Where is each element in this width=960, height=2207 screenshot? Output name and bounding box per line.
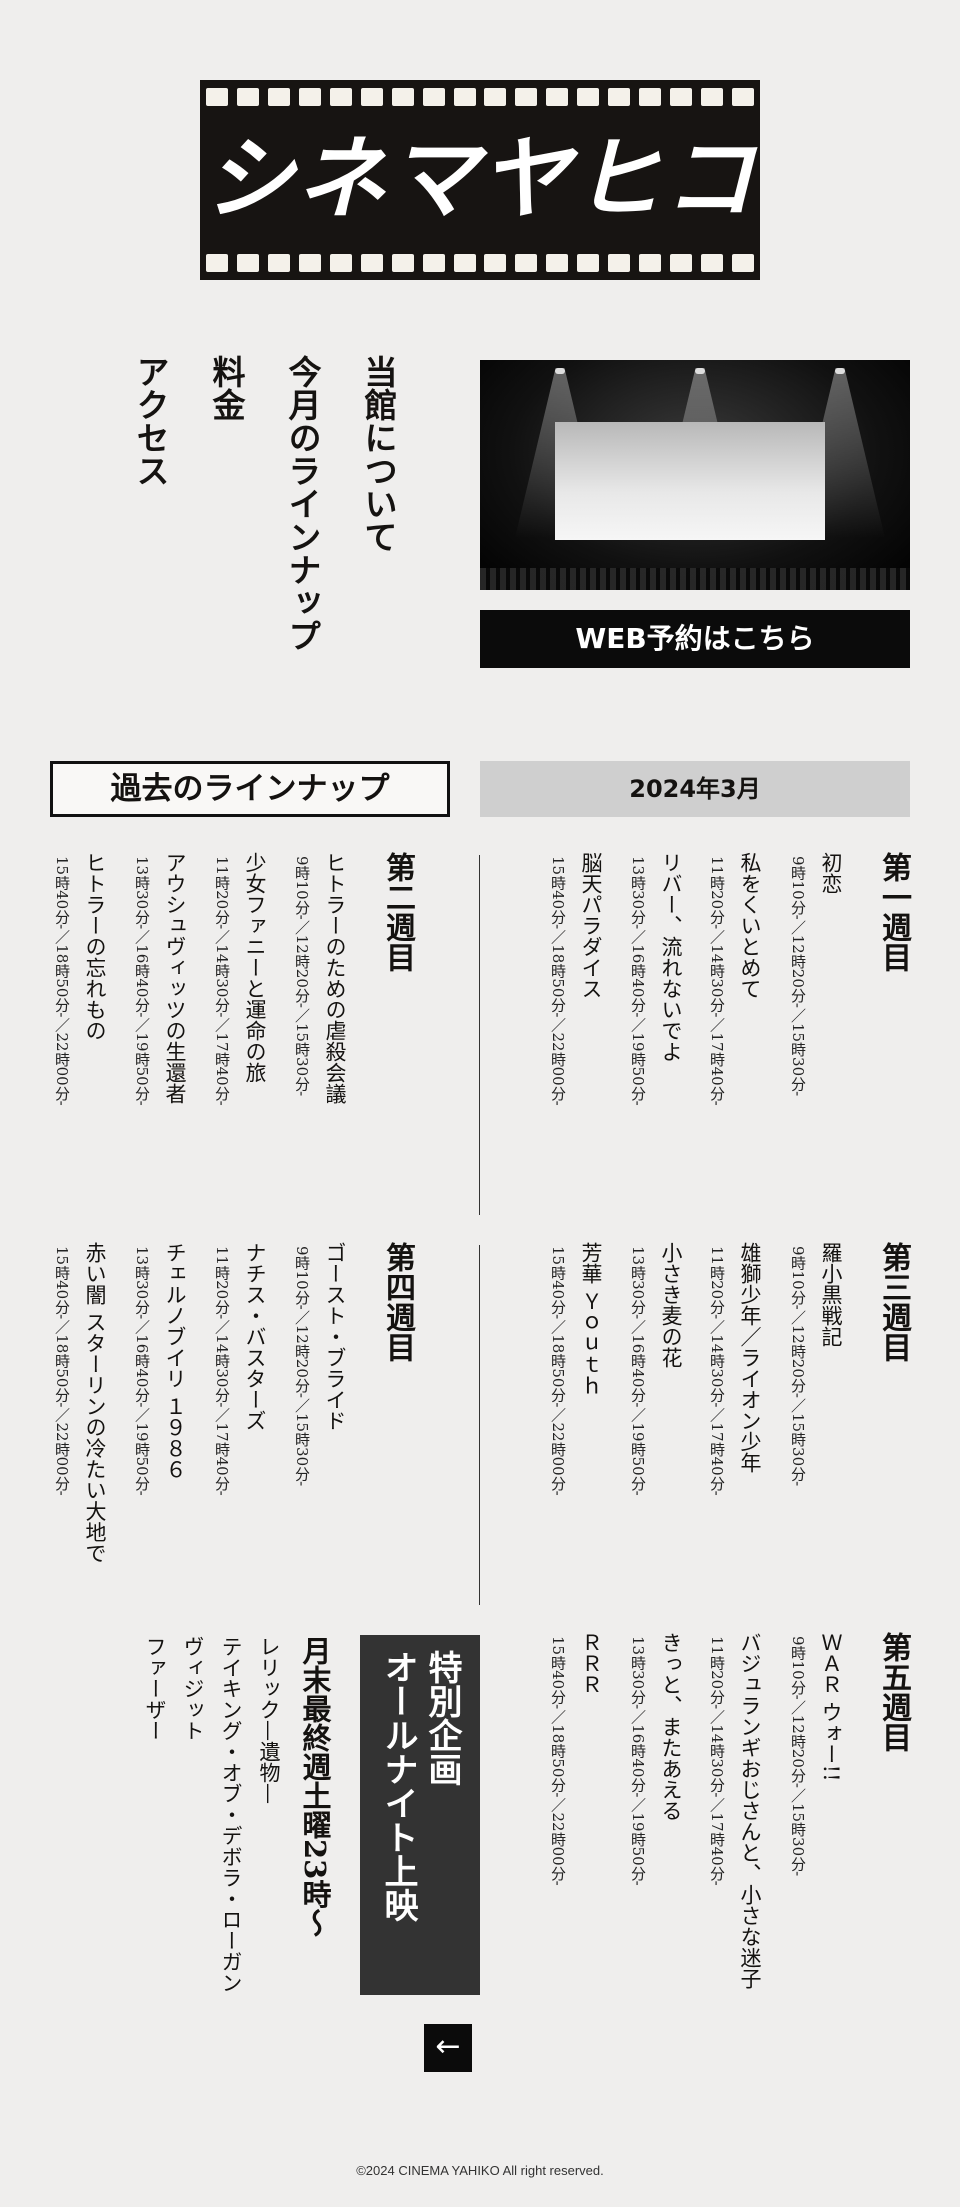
week-title: 第四週目	[380, 1242, 415, 1362]
past-lineup-heading: 過去のラインナップ	[50, 761, 450, 817]
showtimes: 11時20分-／14時30分-／17時40分-	[708, 856, 726, 1106]
nav-item-about[interactable]: 当館について	[358, 355, 398, 685]
showtimes: 9時10分-／12時20分-／15時30分-	[293, 856, 311, 1097]
special-film: テイキング・オブ・デボラ・ローガン	[219, 1636, 243, 1993]
film-title: ヒトラーのための虐殺会議	[323, 852, 347, 1104]
theater-image	[480, 360, 910, 590]
film-title: アウシュヴィッツの生還者	[163, 852, 187, 1104]
showtimes: 13時30分-／16時40分-／19時50分-	[629, 856, 647, 1106]
showtimes: 9時10分-／12時20分-／15時30分-	[789, 1246, 807, 1487]
showtimes: 15時40分-／18時50分-／22時00分-	[549, 856, 567, 1106]
showtimes: 9時10分-／12時20分-／15時30分-	[789, 1636, 807, 1877]
film-title: ＲＲＲ	[579, 1632, 603, 1695]
showtimes: 11時20分-／14時30分-／17時40分-	[213, 856, 231, 1106]
showtimes: 9時10分-／12時20分-／15時30分-	[789, 856, 807, 1097]
column-divider	[479, 1245, 480, 1605]
nav-item-this-month-lineup[interactable]: 今月のラインナップ	[282, 355, 322, 685]
showtimes: 11時20分-／14時30分-／17時40分-	[708, 1636, 726, 1886]
showtimes: 13時30分-／16時40分-／19時50分-	[629, 1636, 647, 1886]
special-badge-line1: 特別企画	[422, 1650, 462, 1786]
showtimes: 9時10分-／12時20分-／15時30分-	[293, 1246, 311, 1487]
special-badge-line2: オールナイト上映	[378, 1650, 418, 1922]
copyright: ©2024 CINEMA YAHIKO All right reserved.	[356, 2163, 604, 2178]
logo-text: シネマヤヒコ	[204, 127, 756, 232]
nav-item-pricing[interactable]: 料金	[206, 355, 246, 685]
week-title: 第五週目	[876, 1632, 911, 1752]
showtimes: 13時30分-／16時40分-／19時50分-	[133, 856, 151, 1106]
film-title: 小さき麦の花	[659, 1242, 683, 1368]
showtimes: 11時20分-／14時30分-／17時40分-	[708, 1246, 726, 1496]
film-title: 脳天パラダイス	[579, 852, 603, 999]
special-badge: 特別企画 オールナイト上映	[360, 1635, 480, 1995]
film-title: 芳華 Ｙｏｕｔｈ	[579, 1242, 603, 1396]
back-button[interactable]: ←	[424, 2024, 472, 2072]
film-title: リバー、流れないでよ	[659, 852, 683, 1062]
month-badge: 2024年3月	[480, 761, 910, 817]
film-strip-holes-top	[200, 88, 760, 106]
showtimes: 11時20分-／14時30分-／17時40分-	[213, 1246, 231, 1496]
showtimes: 13時30分-／16時40分-／19時50分-	[133, 1246, 151, 1496]
showtimes: 13時30分-／16時40分-／19時50分-	[629, 1246, 647, 1496]
web-reservation-button[interactable]: WEB予約はこちら	[480, 610, 910, 668]
film-title: 初恋	[819, 852, 843, 894]
week-title: 第三週目	[876, 1242, 911, 1362]
showtimes: 15時40分-／18時50分-／22時00分-	[53, 1246, 71, 1496]
special-film: ファーザー	[143, 1636, 167, 1741]
arrow-left-icon: ←	[435, 2029, 461, 2064]
week-title: 第二週目	[380, 852, 415, 972]
film-strip-holes-bottom	[200, 254, 760, 272]
film-title: 赤い闇 スターリンの冷たい大地で	[83, 1242, 107, 1564]
film-title: ゴースト・ブライド	[323, 1242, 347, 1431]
week-title: 第一週目	[876, 852, 911, 972]
special-film: レリック—遺物—	[257, 1636, 281, 1804]
nav-item-access[interactable]: アクセス	[130, 355, 170, 685]
column-divider	[479, 855, 480, 1215]
film-title: 少女ファニーと運命の旅	[243, 852, 267, 1083]
film-title: きっと、またあえる	[659, 1632, 683, 1821]
site-logo[interactable]: シネマヤヒコ	[200, 80, 760, 280]
showtimes: 15時40分-／18時50分-／22時00分-	[549, 1246, 567, 1496]
film-title: ヒトラーの忘れもの	[83, 852, 107, 1041]
film-title: ナチス・バスターズ	[243, 1242, 267, 1431]
film-title: 雄獅少年／ライオン少年	[738, 1242, 762, 1473]
showtimes: 15時40分-／18時50分-／22時00分-	[549, 1636, 567, 1886]
film-title: 羅小黒戦記	[819, 1242, 843, 1347]
film-title: バジュランギおじさんと、小さな迷子	[738, 1632, 762, 1989]
special-film: ヴィジット	[181, 1636, 205, 1741]
film-title: ＷＡＲ ウォー!!	[819, 1632, 843, 1782]
film-title: 私をくいとめて	[738, 852, 762, 999]
film-title: チェルノブイリ １９８６	[163, 1242, 187, 1480]
showtimes: 15時40分-／18時50分-／22時00分-	[53, 856, 71, 1106]
special-title: 月末最終週土曜23時〜	[298, 1636, 332, 1938]
